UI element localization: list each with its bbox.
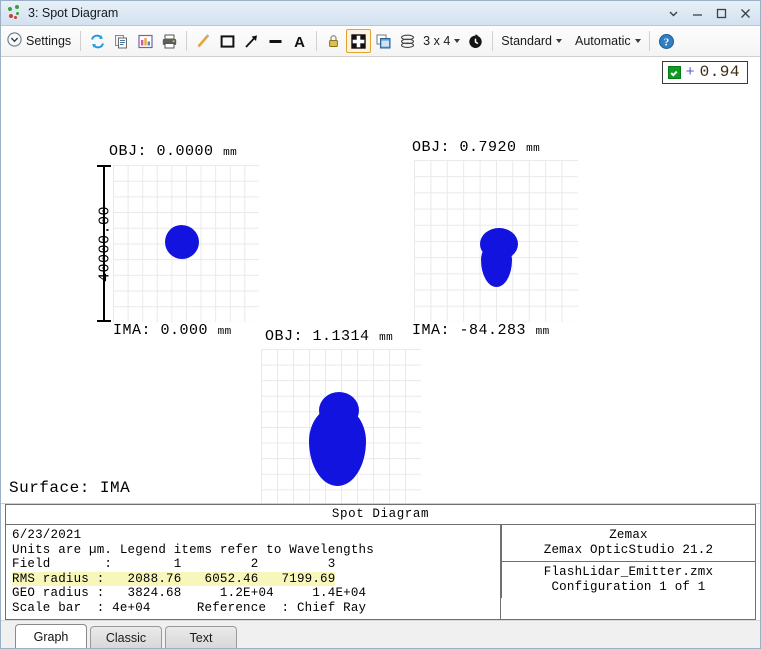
toolbar-separator-3 bbox=[316, 31, 317, 51]
panel-1-top-label: OBJ: 0.0000 mm bbox=[109, 143, 237, 160]
arrow-tool-icon[interactable] bbox=[240, 29, 263, 53]
footer-line-rms: RMS radius : 2088.76 6052.46 7199.69 bbox=[12, 572, 500, 587]
print-icon[interactable] bbox=[158, 29, 181, 53]
view-tab-bar: Graph Classic Text bbox=[1, 620, 760, 648]
grid-size-dropdown[interactable]: 3 x 4 bbox=[420, 29, 463, 53]
spot-panel-field-1 bbox=[113, 165, 259, 322]
spot-blob bbox=[165, 225, 199, 259]
style-dropdown-label: Standard bbox=[501, 34, 552, 48]
chevron-down-icon bbox=[635, 39, 641, 43]
chevron-down-circle-icon bbox=[7, 32, 22, 50]
window-menu-button[interactable] bbox=[662, 3, 684, 23]
spot-panel-field-2 bbox=[414, 160, 578, 322]
rms-radius-highlight: RMS radius : 2088.76 6052.46 7199.69 bbox=[12, 572, 335, 587]
scale-dropdown-label: Automatic bbox=[575, 34, 631, 48]
footer-right-cell: Zemax Zemax OpticStudio 21.2 FlashLidar_… bbox=[501, 525, 756, 620]
footer-body-row: 6/23/2021 Units are µm. Legend items ref… bbox=[6, 525, 756, 620]
footer-line: Configuration 1 of 1 bbox=[502, 580, 755, 595]
tab-text[interactable]: Text bbox=[165, 626, 237, 648]
graph-canvas[interactable]: + 0.94 40000.00 OBJ: 0.0000 mm IMA: 0.00… bbox=[1, 57, 760, 504]
text-tool-icon[interactable]: A bbox=[288, 29, 311, 53]
panel-3-top-label: OBJ: 1.1314 mm bbox=[265, 328, 393, 345]
coordinate-badge: + 0.94 bbox=[662, 61, 748, 84]
scale-bar-cap-bottom bbox=[97, 320, 111, 322]
scale-dropdown[interactable]: Automatic bbox=[572, 29, 644, 53]
footer-info-panel: Spot Diagram 6/23/2021 Units are µm. Leg… bbox=[1, 504, 760, 620]
panel-1-bottom-label: IMA: 0.000 mm bbox=[113, 322, 232, 339]
minimize-button[interactable] bbox=[686, 3, 708, 23]
spot-diagram-window: 3: Spot Diagram Settings bbox=[0, 0, 761, 649]
style-dropdown[interactable]: Standard bbox=[498, 29, 565, 53]
footer-vendor-cell: Zemax Zemax OpticStudio 21.2 bbox=[502, 525, 756, 562]
footer-line: Field : 1 2 3 bbox=[12, 557, 500, 572]
badge-value: 0.94 bbox=[700, 64, 740, 80]
thick-line-icon[interactable] bbox=[264, 29, 287, 53]
footer-left-cell: 6/23/2021 Units are µm. Legend items ref… bbox=[6, 525, 501, 620]
refresh-icon[interactable] bbox=[86, 29, 109, 53]
clock-icon[interactable] bbox=[464, 29, 487, 53]
svg-text:?: ? bbox=[663, 36, 669, 48]
footer-file-cell: FlashLidar_Emitter.zmx Configuration 1 o… bbox=[502, 562, 756, 599]
green-check-icon bbox=[668, 66, 681, 79]
plus-symbol: + bbox=[686, 65, 695, 80]
window-buttons bbox=[662, 3, 756, 23]
footer-table: Spot Diagram 6/23/2021 Units are µm. Leg… bbox=[5, 504, 756, 620]
svg-text:A: A bbox=[294, 34, 305, 50]
rectangle-tool-icon[interactable] bbox=[216, 29, 239, 53]
surface-label: Surface: IMA bbox=[9, 479, 130, 497]
toolbar-separator-2 bbox=[186, 31, 187, 51]
footer-line: GEO radius : 3824.68 1.2E+04 1.4E+04 bbox=[12, 586, 500, 601]
panel-2-bottom-label: IMA: -84.283 mm bbox=[412, 322, 550, 339]
help-icon[interactable]: ? bbox=[655, 29, 678, 53]
lock-icon[interactable] bbox=[322, 29, 345, 53]
maximize-button[interactable] bbox=[710, 3, 732, 23]
footer-line: Zemax bbox=[502, 528, 755, 543]
line-tool-icon[interactable] bbox=[192, 29, 215, 53]
toolbar-separator-5 bbox=[649, 31, 650, 51]
toolbar: Settings bbox=[1, 26, 760, 57]
scale-bar-label: 40000.00 bbox=[97, 184, 114, 304]
settings-button[interactable]: Settings bbox=[5, 29, 75, 53]
layers-icon[interactable] bbox=[396, 29, 419, 53]
tab-graph[interactable]: Graph bbox=[15, 624, 87, 648]
settings-label: Settings bbox=[26, 34, 71, 48]
footer-header-row: Spot Diagram bbox=[6, 505, 756, 525]
footer-line: 6/23/2021 bbox=[12, 528, 500, 543]
toolbar-separator-4 bbox=[492, 31, 493, 51]
spot-panel-field-3 bbox=[261, 349, 421, 504]
save-icon[interactable] bbox=[134, 29, 157, 53]
scale-bar: 40000.00 bbox=[97, 165, 113, 322]
toolbar-separator-1 bbox=[80, 31, 81, 51]
footer-line: FlashLidar_Emitter.zmx bbox=[502, 565, 755, 580]
footer-line: Units are µm. Legend items refer to Wave… bbox=[12, 543, 500, 558]
chevron-down-icon bbox=[556, 39, 562, 43]
close-button[interactable] bbox=[734, 3, 756, 23]
copy-icon[interactable] bbox=[110, 29, 133, 53]
window-title: 3: Spot Diagram bbox=[28, 6, 662, 20]
chevron-down-icon bbox=[454, 39, 460, 43]
spot-diagram-icon bbox=[7, 5, 23, 21]
grid-size-label: 3 x 4 bbox=[423, 34, 450, 48]
panel-2-top-label: OBJ: 0.7920 mm bbox=[412, 139, 540, 156]
footer-line: Zemax OpticStudio 21.2 bbox=[502, 543, 755, 558]
window-stack-icon[interactable] bbox=[372, 29, 395, 53]
title-bar: 3: Spot Diagram bbox=[1, 1, 760, 26]
footer-title: Spot Diagram bbox=[6, 505, 756, 525]
footer-line: Scale bar : 4e+04 Reference : Chief Ray bbox=[12, 601, 500, 616]
tab-classic[interactable]: Classic bbox=[90, 626, 162, 648]
grid-layout-icon[interactable] bbox=[346, 29, 371, 53]
